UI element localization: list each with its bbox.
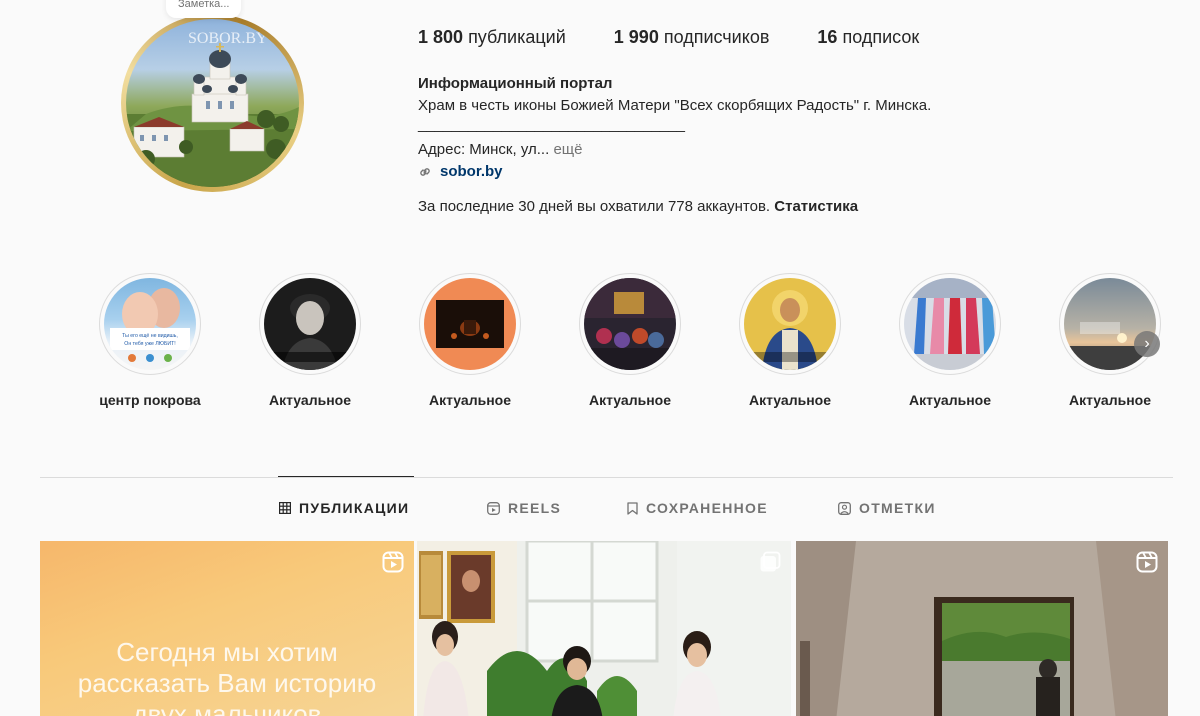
tabs-divider (40, 477, 1173, 478)
tab-reels[interactable]: REELS (487, 500, 561, 516)
reels-icon (487, 501, 500, 515)
highlight-ring (579, 273, 681, 375)
reach-text: За последние 30 дней вы охватили 778 акк… (418, 198, 771, 215)
avatar-watermark: SOBOR.BY (188, 30, 268, 47)
following-stat[interactable]: 16 подписок (817, 27, 919, 48)
post-photo-doorway (796, 541, 1168, 716)
statistics-link[interactable]: Статистика (774, 198, 858, 215)
tab-tagged-label: ОТМЕТКИ (859, 500, 936, 516)
highlight-ring: Ты его ещё не видишь, Он тебя уже ЛЮБИТ! (99, 273, 201, 375)
bio-line: Храм в честь иконы Божией Матери "Всех с… (418, 97, 932, 114)
bio-link[interactable]: sobor.by (440, 161, 503, 183)
highlight-label: Актуальное (908, 392, 991, 408)
pokrov-cover-art: Ты его ещё не видишь, Он тебя уже ЛЮБИТ! (110, 288, 190, 362)
posts-label: публикаций (468, 27, 566, 47)
highlight-cover-icon-saint (744, 278, 836, 370)
following-count: 16 (817, 27, 838, 47)
church-interior-cover-art (584, 278, 676, 370)
multi-photo-icon (760, 551, 781, 572)
highlight-ring (739, 273, 841, 375)
followers-label: подписчиков (663, 27, 770, 47)
tab-reels-label: REELS (508, 500, 562, 516)
highlight-cover-church-interior (584, 278, 676, 370)
profile-stats: 1 800 публикаций 1 990 подписчиков 16 по… (418, 27, 967, 48)
reel-badge-icon (382, 551, 404, 573)
active-tab-indicator (278, 476, 414, 477)
bookmark-icon (627, 501, 638, 515)
chevron-right-icon: › (1144, 335, 1150, 352)
highlight-item[interactable]: Актуальное (1030, 273, 1190, 408)
highlight-cover-flags (904, 278, 996, 370)
highlight-item[interactable]: Актуальное (230, 273, 390, 408)
profile-bio: Информационный портал Храм в честь иконы… (418, 73, 1118, 183)
grid-icon (279, 502, 291, 514)
highlight-item[interactable]: Актуальное (710, 273, 870, 408)
followers-stat[interactable]: 1 990 подписчиков (614, 27, 770, 48)
highlight-cover-pokrov: Ты его ещё не видишь, Он тебя уже ЛЮБИТ! (104, 278, 196, 370)
pokrov-cover-line1: Ты его ещё не видишь, (122, 333, 178, 339)
highlights-next-button[interactable]: › (1134, 331, 1160, 357)
bio-address-row: Адрес: Минск, ул... ещё (418, 139, 1118, 161)
portrait-cover-art (264, 294, 356, 370)
highlight-item[interactable]: Ты его ещё не видишь, Он тебя уже ЛЮБИТ!… (70, 273, 230, 408)
highlight-label: Актуальное (588, 392, 671, 408)
highlight-label: Актуальное (748, 392, 831, 408)
post-caption-line: двух мальчиков (132, 699, 322, 716)
profile-tabs: ПУБЛИКАЦИИ REELS СОХРАНЕННОЕ ОТМЕТКИ (0, 500, 1200, 520)
profile-avatar[interactable]: SOBOR.BY (121, 14, 304, 192)
highlight-label: центр покрова (99, 392, 201, 408)
highlight-ring (259, 273, 361, 375)
posts-stat: 1 800 публикаций (418, 27, 566, 48)
note-bubble[interactable]: Заметка... (166, 0, 242, 18)
post-photo-classroom (417, 541, 791, 716)
highlight-cover-night (424, 278, 516, 370)
post-caption-overlay: Сегодня мы хотим рассказать Вам историю … (40, 637, 414, 716)
tab-saved-label: СОХРАНЕННОЕ (646, 500, 768, 516)
highlight-label: Актуальное (428, 392, 511, 408)
avatar-image: SOBOR.BY (126, 19, 299, 187)
flags-cover-art (904, 278, 996, 370)
pokrov-cover-line2: Он тебя уже ЛЮБИТ! (124, 341, 175, 347)
followers-count: 1 990 (613, 27, 659, 47)
highlight-item[interactable]: Актуальное (390, 273, 550, 408)
link-icon (420, 168, 430, 176)
highlight-label: Актуальное (268, 392, 351, 408)
highlight-item[interactable]: Актуальное (870, 273, 1030, 408)
tagged-icon (838, 501, 851, 515)
tab-posts[interactable]: ПУБЛИКАЦИИ (279, 500, 409, 516)
post-thumbnail[interactable]: Сегодня мы хотим рассказать Вам историю … (40, 541, 414, 716)
night-cover-art (436, 300, 504, 348)
highlight-cover-portrait (264, 278, 356, 370)
post-thumbnail[interactable] (796, 541, 1168, 716)
highlights-tray: Ты его ещё не видишь, Он тебя уже ЛЮБИТ!… (70, 273, 1190, 413)
highlight-ring (1059, 273, 1161, 375)
tab-posts-label: ПУБЛИКАЦИИ (299, 500, 410, 516)
posts-count: 1 800 (418, 27, 464, 47)
tab-tagged[interactable]: ОТМЕТКИ (838, 500, 936, 516)
bio-name: Информационный портал (418, 75, 613, 92)
post-thumbnail[interactable] (417, 541, 791, 716)
bio-separator: ________________________________ (418, 116, 685, 133)
following-label: подписок (842, 27, 920, 47)
bio-address: Адрес: Минск, ул... (418, 141, 550, 158)
highlight-ring (419, 273, 521, 375)
highlight-item[interactable]: Актуальное (550, 273, 710, 408)
reach-summary: За последние 30 дней вы охватили 778 акк… (418, 198, 858, 215)
post-caption-line: Сегодня мы хотим (116, 637, 338, 667)
tab-saved[interactable]: СОХРАНЕННОЕ (627, 500, 768, 516)
bio-link-row[interactable]: sobor.by (418, 161, 1118, 183)
bio-more-button[interactable]: ещё (553, 141, 582, 158)
saint-icon-cover-art (744, 290, 836, 370)
highlight-label: Актуальное (1068, 392, 1151, 408)
post-caption-line: рассказать Вам историю (77, 668, 377, 698)
highlight-ring (899, 273, 1001, 375)
cathedral-illustration: SOBOR.BY (126, 30, 299, 187)
reel-badge-icon (1136, 551, 1158, 573)
